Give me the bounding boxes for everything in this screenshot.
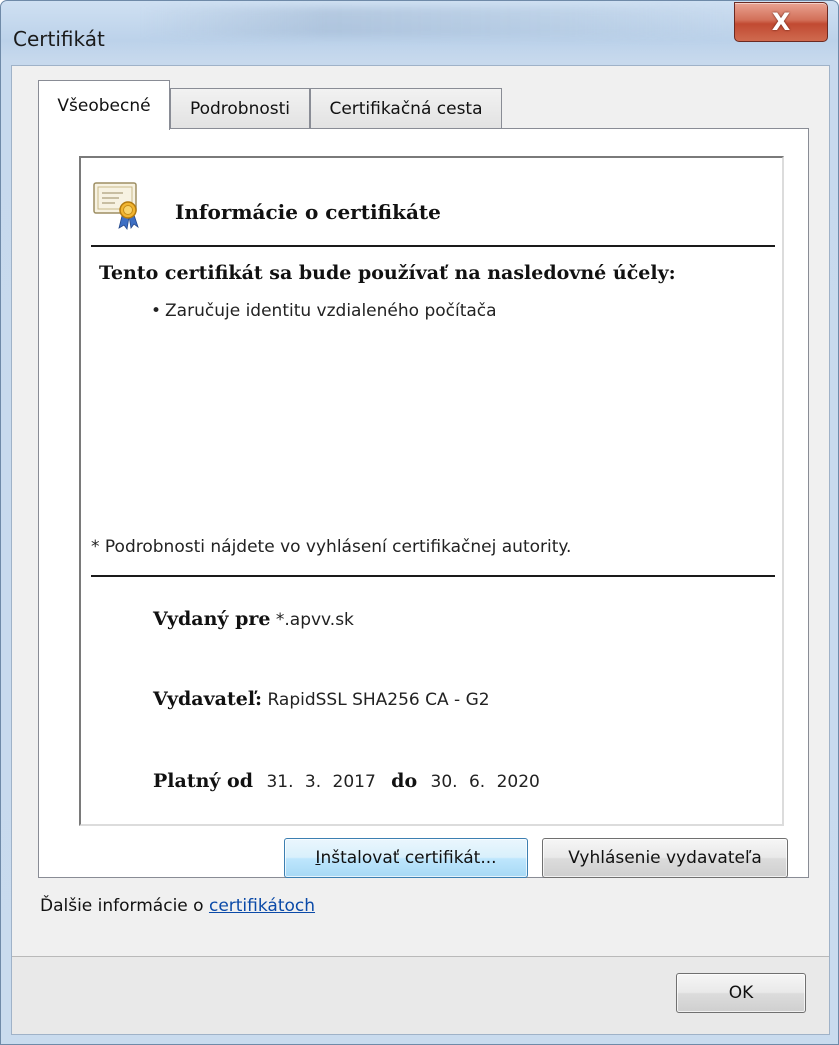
- valid-from-label: Platný od: [153, 770, 254, 792]
- ok-button-label: OK: [728, 983, 754, 1003]
- issuer-value: RapidSSL SHA256 CA - G2: [267, 690, 490, 710]
- close-button[interactable]: X: [734, 2, 828, 42]
- dialog-footer: OK: [12, 957, 829, 1034]
- valid-from-value: 31. 3. 2017: [266, 772, 376, 792]
- validity-row: Platný od 31. 3. 2017 do 30. 6. 2020: [153, 770, 540, 792]
- tab-details[interactable]: Podrobnosti: [170, 88, 310, 129]
- purpose-list-item: • Zaručuje identitu vzdialeného počítača: [151, 301, 497, 321]
- authority-footnote: * Podrobnosti nájdete vo vyhlásení certi…: [91, 537, 572, 557]
- title-bar-glass: [141, 7, 761, 37]
- install-certificate-button[interactable]: Inštalovať certifikát...: [284, 838, 528, 878]
- certificate-dialog-window: Certifikát X Všeobecné Podrobnosti Certi…: [0, 0, 839, 1045]
- purpose-heading: Tento certifikát sa bude používať na nas…: [99, 262, 676, 284]
- certificate-icon: [93, 182, 139, 230]
- details-divider: [91, 575, 775, 577]
- dialog-client-area: Všeobecné Podrobnosti Certifikačná cesta: [11, 65, 830, 1035]
- valid-to-value: 30. 6. 2020: [430, 772, 540, 792]
- issuer-statement-label: Vyhlásenie vydavateľa: [568, 848, 762, 868]
- issued-to-value: *.apvv.sk: [275, 610, 354, 630]
- window-title: Certifikát: [13, 27, 105, 51]
- issuer-label: Vydavateľ:: [153, 688, 263, 710]
- issuer-statement-button[interactable]: Vyhlásenie vydavateľa: [542, 838, 788, 878]
- ok-button[interactable]: OK: [676, 973, 806, 1013]
- bullet: •: [151, 301, 162, 321]
- more-info-text: Ďalšie informácie o certifikátoch: [40, 896, 315, 916]
- general-tab-panel: Informácie o certifikáte Tento certifiká…: [38, 128, 809, 878]
- valid-to-label: do: [391, 770, 418, 792]
- tab-general-label: Všeobecné: [57, 95, 151, 116]
- tab-details-label: Podrobnosti: [189, 99, 291, 119]
- tab-general[interactable]: Všeobecné: [38, 80, 170, 130]
- certificates-link[interactable]: certifikátoch: [209, 896, 315, 916]
- tab-certification-path-label: Certifikačná cesta: [329, 99, 483, 119]
- certificate-info-heading: Informácie o certifikáte: [175, 200, 441, 224]
- title-bar[interactable]: Certifikát X: [1, 1, 838, 65]
- issuer-row: Vydavateľ: RapidSSL SHA256 CA - G2: [153, 688, 490, 710]
- tab-certification-path[interactable]: Certifikačná cesta: [310, 88, 502, 129]
- purpose-text: Zaručuje identitu vzdialeného počítača: [165, 301, 497, 321]
- more-info-prefix: Ďalšie informácie o: [40, 896, 209, 916]
- install-certificate-label: nštalovať certifikát...: [320, 848, 497, 868]
- issued-to-row: Vydaný pre *.apvv.sk: [153, 608, 354, 630]
- close-icon: X: [771, 8, 791, 36]
- heading-divider: [91, 245, 775, 247]
- certificate-information-box: Informácie o certifikáte Tento certifiká…: [79, 156, 784, 826]
- issued-to-label: Vydaný pre: [153, 608, 271, 630]
